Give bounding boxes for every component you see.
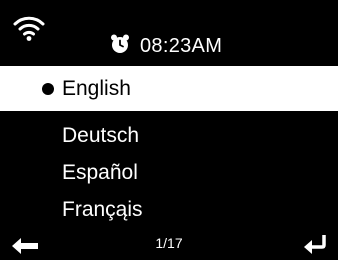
radio-display: 08:23AM English Deutsch Español Françąis… bbox=[0, 0, 338, 260]
enter-icon[interactable] bbox=[304, 234, 328, 254]
alarm-clock-icon bbox=[111, 34, 129, 53]
footer-bar: 1/17 bbox=[0, 228, 338, 260]
wifi-icon bbox=[13, 16, 45, 41]
language-label: Deutsch bbox=[62, 124, 140, 147]
language-item-english[interactable]: English bbox=[0, 66, 338, 111]
language-list: English Deutsch Español Françąis bbox=[0, 66, 338, 228]
status-bar: 08:23AM bbox=[0, 0, 338, 66]
clock-time: 08:23AM bbox=[140, 35, 223, 57]
language-label: Español bbox=[62, 161, 138, 184]
language-item-francais[interactable]: Françąis bbox=[0, 191, 338, 228]
language-label: Françąis bbox=[62, 198, 143, 221]
page-indicator: 1/17 bbox=[155, 235, 183, 251]
language-item-espanol[interactable]: Español bbox=[0, 154, 338, 191]
selected-bullet-icon bbox=[42, 83, 54, 95]
language-label: English bbox=[62, 77, 131, 100]
language-item-deutsch[interactable]: Deutsch bbox=[0, 117, 338, 154]
